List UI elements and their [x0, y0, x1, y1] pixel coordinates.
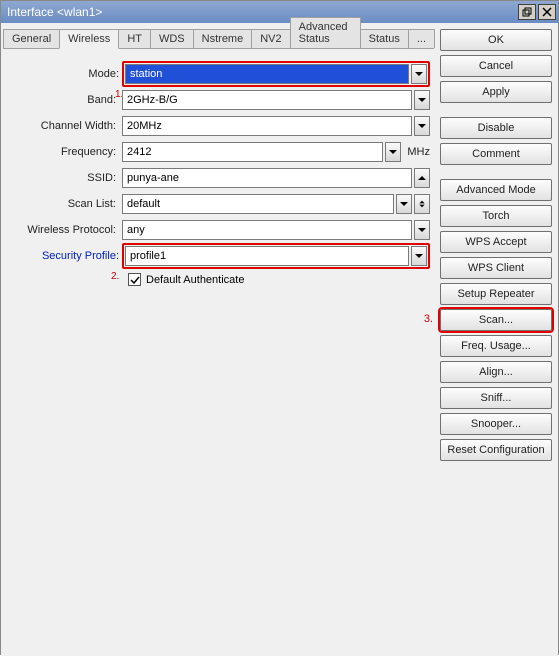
- tab-bar: General Wireless HT WDS Nstreme NV2 Adva…: [3, 27, 434, 49]
- wireless-protocol-label: Wireless Protocol:: [7, 224, 122, 236]
- wps-client-button[interactable]: WPS Client: [440, 257, 552, 279]
- mode-dropdown[interactable]: station: [125, 64, 409, 84]
- frequency-dropdown[interactable]: 2412: [122, 142, 383, 162]
- security-profile-label: Security Profile:: [10, 250, 125, 262]
- ok-button[interactable]: OK: [440, 29, 552, 51]
- titlebar: Interface <wlan1>: [1, 1, 558, 23]
- frequency-unit: MHz: [403, 146, 430, 158]
- default-authenticate-checkbox[interactable]: [128, 273, 141, 286]
- security-profile-dropdown-arrow[interactable]: [411, 246, 427, 266]
- mode-label: Mode:: [10, 68, 125, 80]
- snooper-button[interactable]: Snooper...: [440, 413, 552, 435]
- tab-advanced-status[interactable]: Advanced Status: [290, 17, 361, 48]
- restore-button[interactable]: [518, 4, 536, 20]
- channel-width-dropdown[interactable]: 20MHz: [122, 116, 412, 136]
- frequency-dropdown-arrow[interactable]: [385, 142, 401, 162]
- tab-more[interactable]: ...: [408, 29, 435, 48]
- align-button[interactable]: Align...: [440, 361, 552, 383]
- band-dropdown[interactable]: 2GHz-B/G: [122, 90, 412, 110]
- frequency-label: Frequency:: [7, 146, 122, 158]
- apply-button[interactable]: Apply: [440, 81, 552, 103]
- tab-wireless[interactable]: Wireless: [59, 29, 119, 49]
- security-profile-dropdown[interactable]: profile1: [125, 246, 409, 266]
- sniff-button[interactable]: Sniff...: [440, 387, 552, 409]
- window-title: Interface <wlan1>: [7, 5, 518, 19]
- annotation-3: 3.: [424, 313, 433, 325]
- ssid-input[interactable]: [122, 168, 412, 188]
- window-controls: [518, 4, 556, 20]
- freq-usage-button[interactable]: Freq. Usage...: [440, 335, 552, 357]
- scan-button[interactable]: Scan...: [440, 309, 552, 331]
- tab-status[interactable]: Status: [360, 29, 409, 48]
- comment-button[interactable]: Comment: [440, 143, 552, 165]
- mode-dropdown-arrow[interactable]: [411, 64, 427, 84]
- channel-width-dropdown-arrow[interactable]: [414, 116, 430, 136]
- torch-button[interactable]: Torch: [440, 205, 552, 227]
- channel-width-label: Channel Width:: [7, 120, 122, 132]
- advanced-mode-button[interactable]: Advanced Mode: [440, 179, 552, 201]
- scan-list-dropdown-arrow[interactable]: [396, 194, 412, 214]
- setup-repeater-button[interactable]: Setup Repeater: [440, 283, 552, 305]
- scan-list-dropdown[interactable]: default: [122, 194, 394, 214]
- wireless-protocol-dropdown[interactable]: any: [122, 220, 412, 240]
- wireless-protocol-dropdown-arrow[interactable]: [414, 220, 430, 240]
- scan-list-updown[interactable]: [414, 194, 430, 214]
- disable-button[interactable]: Disable: [440, 117, 552, 139]
- ssid-toggle-arrow[interactable]: [414, 168, 430, 188]
- tab-nstreme[interactable]: Nstreme: [193, 29, 253, 48]
- cancel-button[interactable]: Cancel: [440, 55, 552, 77]
- scan-list-label: Scan List:: [7, 198, 122, 210]
- reset-configuration-button[interactable]: Reset Configuration: [440, 439, 552, 461]
- close-button[interactable]: [538, 4, 556, 20]
- default-authenticate-label: Default Authenticate: [146, 274, 244, 286]
- tab-general[interactable]: General: [3, 29, 60, 48]
- tab-ht[interactable]: HT: [118, 29, 151, 48]
- band-label: Band:: [7, 94, 122, 106]
- ssid-label: SSID:: [7, 172, 122, 184]
- tab-wds[interactable]: WDS: [150, 29, 194, 48]
- tab-nv2[interactable]: NV2: [251, 29, 290, 48]
- annotation-2: 2.: [111, 271, 119, 282]
- band-dropdown-arrow[interactable]: [414, 90, 430, 110]
- wps-accept-button[interactable]: WPS Accept: [440, 231, 552, 253]
